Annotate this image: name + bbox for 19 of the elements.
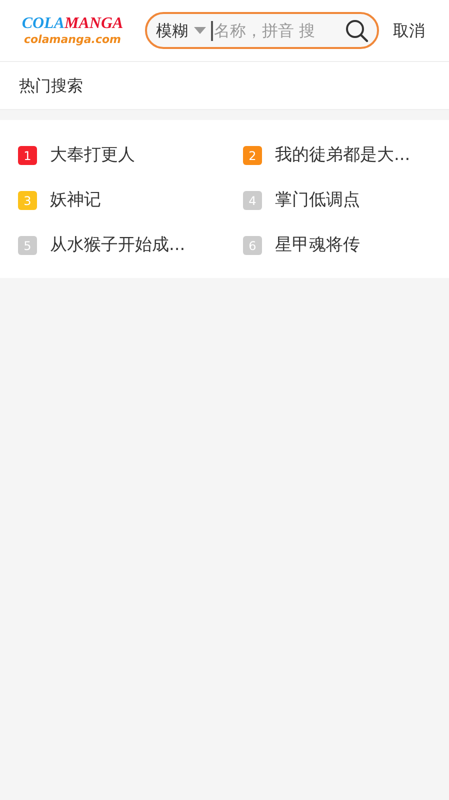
hot-search-link[interactable]: 掌门低调点 (275, 188, 360, 214)
hot-search-link[interactable]: 星甲魂将传 (275, 232, 360, 258)
search-icon[interactable] (345, 18, 369, 42)
caret-icon (194, 27, 206, 34)
rank-badge: 3 (18, 191, 37, 210)
logo-domain: colamanga.com (24, 33, 121, 46)
rank-badge: 1 (18, 146, 37, 165)
rank-badge: 2 (243, 146, 262, 165)
mode-dropdown[interactable]: 模糊 (156, 18, 206, 42)
hot-search-link[interactable]: 大奉打更人 (50, 142, 135, 168)
logo-word: MANGA (64, 15, 124, 33)
hot-search-link[interactable]: 我的徒弟都是大... (275, 142, 410, 168)
cancel-button[interactable]: 取消 (393, 18, 425, 42)
search-input[interactable]: 名称，拼音 搜 (213, 18, 327, 42)
hot-search-link[interactable]: 妖神记 (50, 188, 101, 214)
hot-search-link[interactable]: 从水猴子开始成... (50, 232, 186, 258)
logo-word: COLA (22, 15, 64, 33)
search-field[interactable]: 模糊 名称，拼音 搜 (145, 12, 379, 49)
section-title: 热门搜索 (19, 74, 83, 96)
